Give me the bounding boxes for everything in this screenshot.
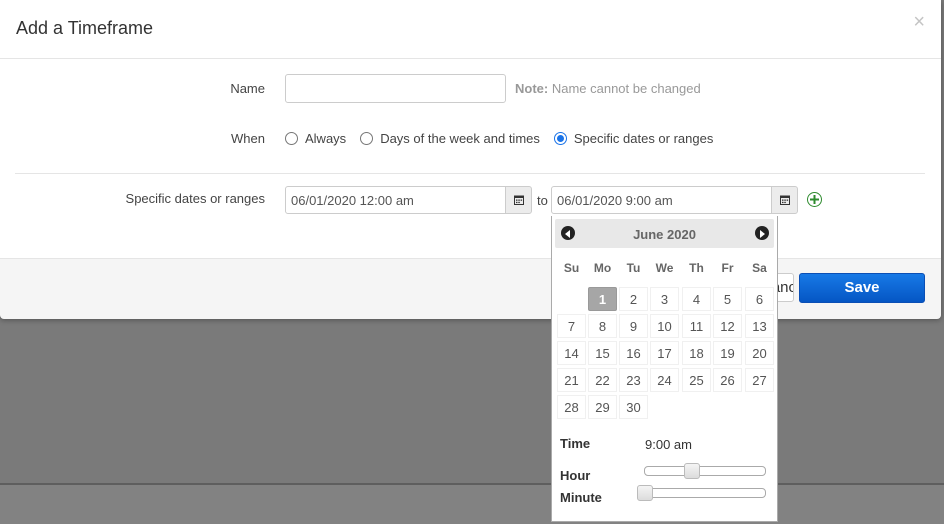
time-label: Time (560, 436, 591, 451)
calendar-day-29[interactable]: 29 (588, 395, 617, 419)
plus-icon (810, 192, 819, 207)
calendar-day-14[interactable]: 14 (557, 341, 586, 365)
calendar-day-8[interactable]: 8 (588, 314, 617, 338)
calendar-day-13[interactable]: 13 (745, 314, 774, 338)
calendar-day-2[interactable]: 2 (619, 287, 648, 311)
calendar-day-30[interactable]: 30 (619, 395, 648, 419)
note-bold: Note: (515, 81, 549, 96)
dialog-title: Add a Timeframe (16, 18, 154, 38)
calendar-day-15[interactable]: 15 (588, 341, 617, 365)
to-label: to (537, 193, 548, 208)
weekday-header-fr: Fr (721, 261, 734, 275)
save-button[interactable]: Save (799, 273, 925, 303)
radio-always[interactable] (285, 132, 298, 145)
radio-option-days-of-week[interactable]: Days of the week and times (360, 131, 540, 146)
start-datetime-input[interactable] (285, 186, 506, 214)
calendar-icon (779, 195, 790, 205)
datepicker-header: June 2020 (555, 219, 774, 248)
weekday-header-sa: Sa (752, 261, 767, 275)
name-label: Name (230, 81, 265, 96)
calendar-day-11[interactable]: 11 (682, 314, 711, 338)
hour-label: Hour (560, 468, 591, 483)
hour-slider-handle[interactable] (684, 463, 700, 479)
calendar-day-6[interactable]: 6 (745, 287, 774, 311)
radio-specific-dates[interactable] (553, 132, 567, 145)
calendar-day-16[interactable]: 16 (619, 341, 648, 365)
calendar-day-24[interactable]: 24 (650, 368, 679, 392)
end-datetime-input[interactable] (551, 186, 772, 214)
datepicker-title: June 2020 (633, 227, 696, 242)
end-calendar-button[interactable] (771, 186, 798, 214)
radio-days-of-week-label: Days of the week and times (380, 131, 540, 146)
calendar-day-7[interactable]: 7 (557, 314, 586, 338)
calendar-day-20[interactable]: 20 (745, 341, 774, 365)
weekday-header-we: We (655, 261, 674, 275)
close-icon[interactable]: × (913, 12, 925, 32)
calendar-day-1[interactable]: 1 (588, 287, 617, 311)
radio-specific-dates-label: Specific dates or ranges (573, 131, 714, 146)
calendar-day-26[interactable]: 26 (713, 368, 742, 392)
calendar-day-12[interactable]: 12 (713, 314, 742, 338)
radio-always-label: Always (305, 131, 347, 146)
calendar-day-5[interactable]: 5 (713, 287, 742, 311)
radio-option-specific-dates[interactable]: Specific dates or ranges (553, 131, 714, 146)
when-radio-group: Always Days of the week and times Specif… (285, 131, 727, 146)
calendar-day-9[interactable]: 9 (619, 314, 648, 338)
calendar-day-4[interactable]: 4 (682, 287, 711, 311)
hour-slider[interactable] (644, 463, 766, 479)
add-range-button[interactable] (807, 192, 822, 207)
arrow-right-icon (759, 226, 765, 241)
calendar-day-3[interactable]: 3 (650, 287, 679, 311)
weekday-header-tu: Tu (626, 261, 641, 275)
background-page-strip (0, 483, 944, 524)
calendar-day-22[interactable]: 22 (588, 368, 617, 392)
calendar-day-17[interactable]: 17 (650, 341, 679, 365)
calendar-day-28[interactable]: 28 (557, 395, 586, 419)
radio-option-always[interactable]: Always (285, 131, 346, 146)
range-label: Specific dates or ranges (125, 191, 265, 206)
add-timeframe-dialog: Add a Timeframe × Name Note: Name cannot… (0, 0, 941, 319)
weekday-header-th: Th (689, 261, 704, 275)
weekday-header-mo: Mo (593, 261, 612, 275)
calendar-icon (513, 195, 524, 205)
note-text: Name cannot be changed (548, 81, 701, 96)
calendar-day-10[interactable]: 10 (650, 314, 679, 338)
datetime-picker: June 2020 Su Mo Tu We Th Fr Sa 1 2 3 4 5 6 7 8 9 10 11 12… (551, 216, 778, 522)
calendar-day-21[interactable]: 21 (557, 368, 586, 392)
radio-days-of-week[interactable] (360, 132, 374, 145)
minute-slider-handle[interactable] (637, 485, 653, 501)
weekday-header-su: Su (563, 261, 580, 275)
calendar-day-23[interactable]: 23 (619, 368, 648, 392)
calendar-day-25[interactable]: 25 (682, 368, 711, 392)
calendar-day-18[interactable]: 18 (682, 341, 711, 365)
start-calendar-button[interactable] (505, 186, 532, 214)
next-month-button[interactable] (755, 226, 769, 240)
calendar-day-19[interactable]: 19 (713, 341, 742, 365)
dialog-header: Add a Timeframe × (0, 0, 941, 59)
calendar-day-27[interactable]: 27 (745, 368, 774, 392)
time-value: 9:00 am (645, 437, 692, 452)
when-label: When (231, 131, 265, 146)
name-input[interactable] (285, 74, 506, 103)
minute-label: Minute (560, 490, 602, 505)
name-note: Note: Name cannot be changed (515, 81, 701, 96)
form-divider (15, 173, 925, 174)
minute-slider[interactable] (637, 485, 766, 501)
